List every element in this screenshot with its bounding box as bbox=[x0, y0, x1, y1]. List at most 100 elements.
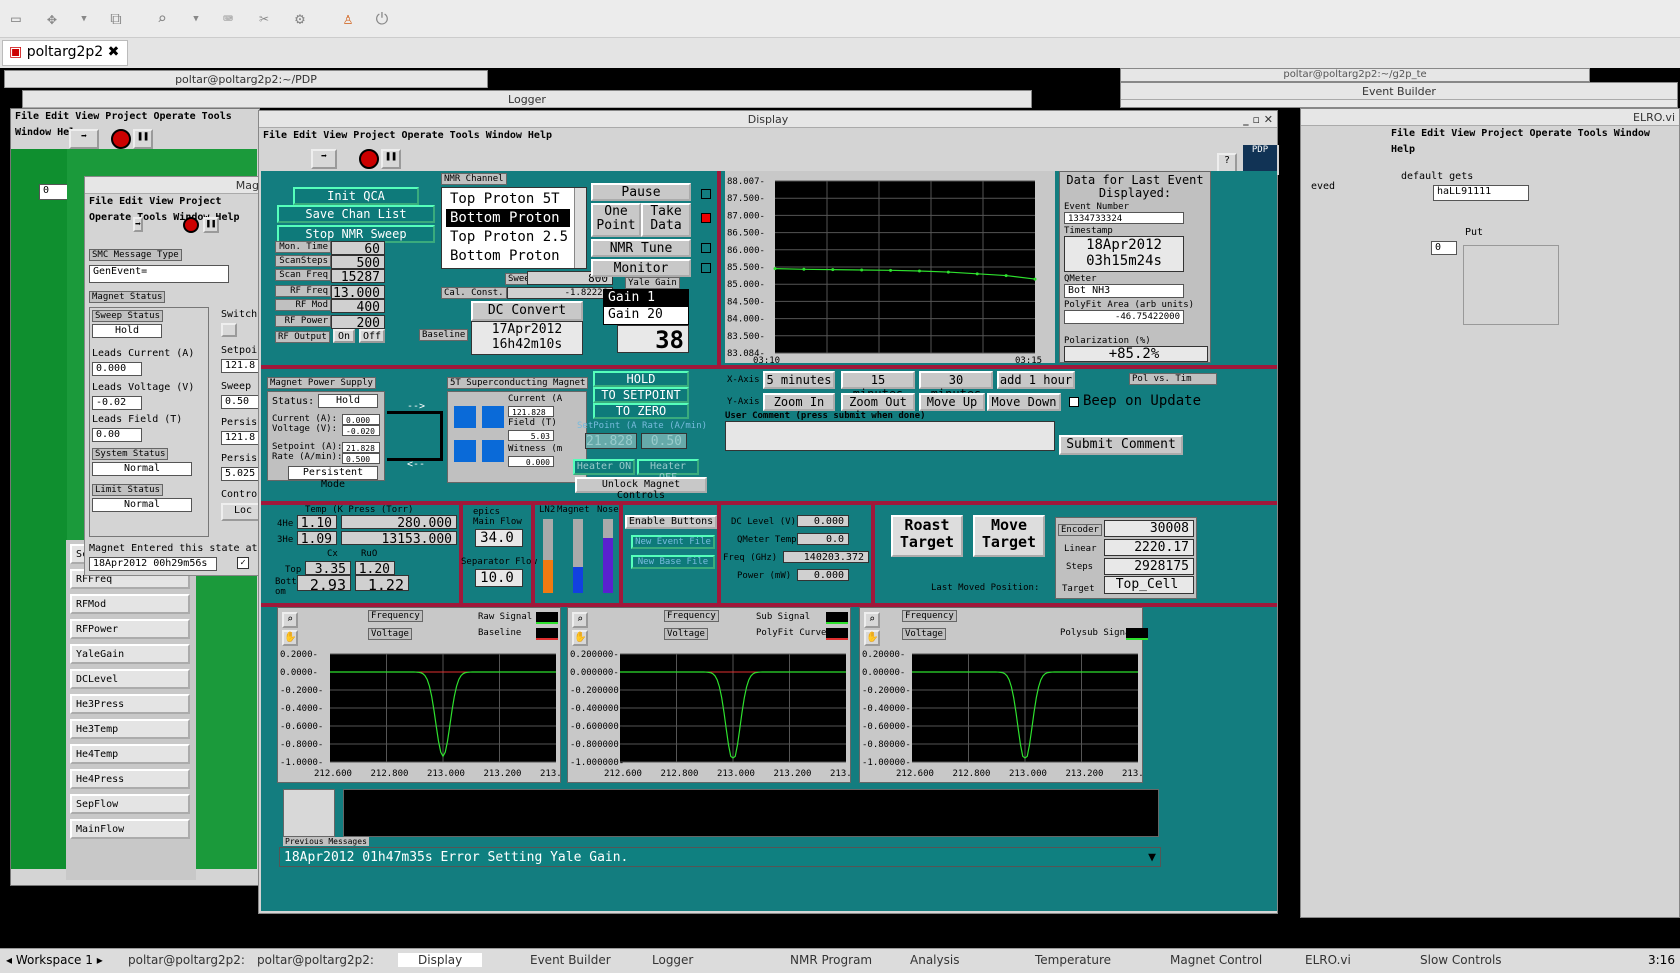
pan-icon[interactable]: ✋ bbox=[864, 630, 880, 646]
new-event-file-button[interactable]: New Event File bbox=[631, 535, 715, 549]
scanfreq-value[interactable]: 15287 bbox=[331, 269, 385, 285]
side-list-item[interactable]: He4Temp bbox=[70, 744, 190, 764]
close-icon[interactable]: ✖ bbox=[108, 44, 120, 60]
zoom-icon[interactable]: ⌕ bbox=[282, 612, 298, 628]
taskbar-item[interactable]: Slow Controls bbox=[1420, 953, 1502, 967]
mag-pause-icon[interactable]: ❚❚ bbox=[203, 217, 219, 233]
side-list-item[interactable]: YaleGain bbox=[70, 644, 190, 664]
screen-icon[interactable]: ▭ bbox=[6, 9, 26, 29]
init-qca-button[interactable]: Init QCA bbox=[293, 187, 419, 205]
taskbar-item[interactable]: poltar@poltarg2p2: bbox=[128, 953, 245, 967]
taskbar-item[interactable]: Logger bbox=[652, 953, 693, 967]
mps-setpoint-value[interactable]: 21.828 bbox=[342, 442, 380, 453]
taskbar-item[interactable]: Display bbox=[398, 953, 483, 967]
taskbar-item[interactable]: poltar@poltarg2p2: bbox=[257, 953, 374, 967]
nmr-channel-scrollbar[interactable] bbox=[574, 188, 586, 268]
logger-small-field[interactable]: 0 bbox=[39, 184, 69, 200]
yale-gain-item[interactable]: Gain 20 bbox=[604, 307, 688, 324]
plug-icon[interactable]: ⏻ bbox=[372, 9, 392, 29]
rfpower-value[interactable]: 200 bbox=[331, 315, 385, 331]
x-axis-button[interactable]: add 1 hour bbox=[997, 371, 1075, 389]
scansteps-value[interactable]: 500 bbox=[331, 255, 385, 271]
run-button[interactable]: ➡ bbox=[311, 149, 337, 169]
abort-icon[interactable] bbox=[359, 149, 379, 169]
unlock-magnet-button[interactable]: Unlock Magnet Controls bbox=[575, 477, 707, 501]
person-icon[interactable]: ♙ bbox=[338, 9, 358, 29]
workspace-switcher[interactable]: ◂ Workspace 1 ▸ bbox=[6, 953, 103, 967]
dropdown-icon[interactable]: ▼ bbox=[74, 9, 94, 29]
tab-poltarg2p2[interactable]: ▣ poltarg2p2 ✖ bbox=[2, 40, 128, 66]
search-icon[interactable]: ⌕ bbox=[152, 9, 172, 29]
taskbar-item[interactable]: Temperature bbox=[1035, 953, 1111, 967]
side-list-item[interactable]: MainFlow bbox=[70, 819, 190, 839]
enable-buttons-button[interactable]: Enable Buttons bbox=[625, 515, 717, 529]
side-list-item[interactable]: RFMod bbox=[70, 594, 190, 614]
beep-checkbox[interactable] bbox=[1069, 397, 1079, 407]
taskbar-item[interactable]: ELRO.vi bbox=[1305, 953, 1351, 967]
stop-icon[interactable] bbox=[111, 129, 131, 149]
side-list-item[interactable]: DCLevel bbox=[70, 669, 190, 689]
taskbar-item[interactable]: Analysis bbox=[910, 953, 959, 967]
mag-stop-icon[interactable] bbox=[183, 217, 199, 233]
side-list-item[interactable]: He3Temp bbox=[70, 719, 190, 739]
hold-button[interactable]: HOLD bbox=[593, 371, 689, 387]
save-chan-button[interactable]: Save Chan List bbox=[277, 205, 435, 223]
one-point-button[interactable]: One Point bbox=[591, 203, 641, 237]
keyboard-icon[interactable]: ⌨ bbox=[218, 9, 238, 29]
nmr-channel-item[interactable]: Top Proton 5T bbox=[446, 190, 570, 208]
nmr-channel-item[interactable]: Bottom Proton bbox=[446, 209, 570, 227]
take-data-button[interactable]: Take Data bbox=[641, 203, 691, 237]
chevron-down-icon[interactable]: ▼ bbox=[1148, 848, 1156, 868]
side-list-item[interactable]: RFPower bbox=[70, 619, 190, 639]
messages-dropdown[interactable]: 18Apr2012 01h47m35s Error Setting Yale G… bbox=[279, 847, 1161, 867]
nmr-channel-item[interactable]: Bottom Proton bbox=[446, 247, 570, 265]
move-icon[interactable]: ✥ bbox=[42, 9, 62, 29]
x-axis-button[interactable]: 5 minutes bbox=[763, 371, 835, 389]
x-axis-button[interactable]: 15 minutes bbox=[841, 371, 915, 401]
move-target-button[interactable]: Move Target bbox=[973, 515, 1045, 557]
yale-gain-item[interactable]: Gain 1 bbox=[604, 290, 688, 307]
submit-comment-button[interactable]: Submit Comment bbox=[1059, 435, 1183, 455]
pan-icon[interactable]: ✋ bbox=[282, 630, 298, 646]
zoom-icon[interactable]: ⌕ bbox=[572, 612, 588, 628]
persistent-mode-button[interactable]: Persistent Mode bbox=[288, 466, 378, 490]
run-arrow-button[interactable]: ➡ bbox=[69, 129, 99, 149]
to-setpoint-button[interactable]: TO SETPOINT bbox=[593, 387, 689, 403]
comment-input[interactable] bbox=[725, 421, 1055, 451]
y-axis-button[interactable]: Move Up bbox=[919, 393, 985, 411]
side-list-item[interactable]: He4Press bbox=[70, 769, 190, 789]
settings-icon[interactable]: ⚙ bbox=[290, 9, 310, 29]
heater-on-button[interactable]: Heater ON bbox=[573, 459, 635, 475]
rffreq-value[interactable]: 13.000 bbox=[331, 285, 385, 301]
pause-icon[interactable]: ❚❚ bbox=[133, 129, 153, 149]
side-list-item[interactable]: SepFlow bbox=[70, 794, 190, 814]
heater-off-button[interactable]: Heater OFF bbox=[637, 459, 699, 483]
dropdown-icon[interactable]: ▼ bbox=[186, 9, 206, 29]
dc-convert-button[interactable]: DC Convert bbox=[471, 301, 583, 321]
pause-button[interactable]: ❚❚ bbox=[381, 149, 401, 169]
monitor-button[interactable]: Monitor bbox=[591, 259, 691, 277]
nmr-channel-list[interactable]: Top Proton 5T Bottom Proton Top Proton 2.5… bbox=[441, 187, 587, 269]
sp-value[interactable]: 21.828 bbox=[585, 433, 637, 449]
side-list-item[interactable]: He3Press bbox=[70, 694, 190, 714]
sp-rate-value[interactable]: 0.50 bbox=[641, 433, 687, 449]
entered-checkbox[interactable]: ✓ bbox=[237, 557, 249, 569]
rf-on-button[interactable]: On bbox=[333, 329, 355, 343]
switch-toggle[interactable] bbox=[221, 323, 237, 337]
taskbar-item[interactable]: NMR Program bbox=[790, 953, 872, 967]
to-zero-button[interactable]: TO ZERO bbox=[593, 403, 689, 419]
x-axis-button[interactable]: 30 minutes bbox=[919, 371, 993, 401]
mon-time-value[interactable]: 60 bbox=[331, 241, 385, 257]
zoom-icon[interactable]: ⌕ bbox=[864, 612, 880, 628]
mps-rate-value[interactable]: 0.500 bbox=[342, 453, 380, 464]
window-controls-icon[interactable]: _ ▫ ✕ bbox=[1243, 111, 1273, 128]
y-axis-button[interactable]: Zoom Out bbox=[841, 393, 915, 411]
copy-icon[interactable]: ⧉ bbox=[106, 9, 126, 29]
mag-run-button[interactable]: ➡ bbox=[133, 217, 144, 232]
new-base-file-button[interactable]: New Base File bbox=[631, 555, 715, 569]
roast-target-button[interactable]: Roast Target bbox=[891, 515, 963, 557]
put-zero-field[interactable]: 0 bbox=[1431, 241, 1457, 255]
y-axis-button[interactable]: Move Down bbox=[987, 393, 1061, 411]
help-icon[interactable]: ? bbox=[1217, 153, 1237, 173]
tools-icon[interactable]: ✂ bbox=[254, 9, 274, 29]
